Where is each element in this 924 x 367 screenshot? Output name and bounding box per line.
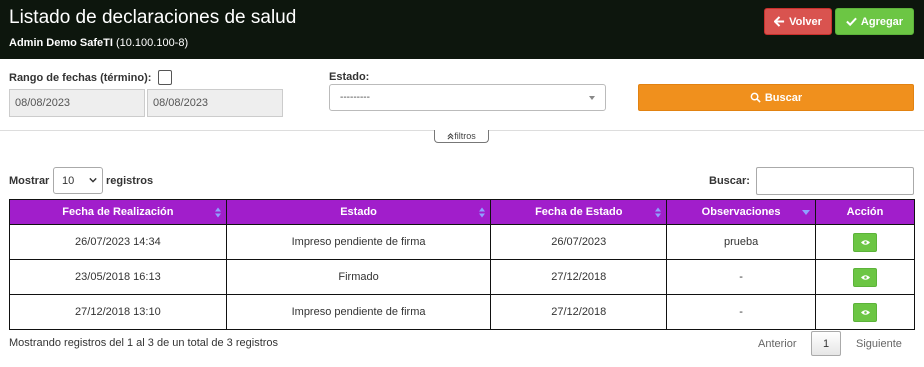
column-label: Estado <box>340 206 377 218</box>
eye-icon <box>861 274 871 280</box>
filtros-toggle[interactable]: filtros <box>434 130 489 143</box>
page-length-value: 10 <box>62 174 75 187</box>
sort-icon <box>214 207 221 218</box>
filtros-label: filtros <box>454 131 476 141</box>
column-label: Fecha de Realización <box>62 206 174 218</box>
page-title: Listado de declaraciones de salud <box>9 7 297 28</box>
sort-desc-icon <box>802 210 811 215</box>
volver-button[interactable]: Volver <box>764 8 832 35</box>
arrow-left-icon <box>774 16 785 27</box>
user-rut: (10.100.100-8) <box>115 37 189 49</box>
column-header-estado[interactable]: Estado <box>225 199 492 225</box>
pagination-next[interactable]: Siguiente <box>856 338 902 350</box>
view-button[interactable] <box>853 267 878 287</box>
cell-fecha-realizacion: 27/12/2018 13:10 <box>9 294 227 330</box>
declaraciones-table: Fecha de Realización Estado Fecha de Est… <box>9 199 915 330</box>
volver-label: Volver <box>789 15 822 28</box>
search-icon <box>750 92 761 103</box>
estado-select-value: --------- <box>340 92 370 103</box>
cell-accion <box>815 224 915 260</box>
user-info: Admin Demo SafeTI (10.100.100-8) <box>9 37 188 49</box>
estado-select[interactable]: --------- <box>329 84 606 111</box>
cell-fecha-estado: 27/12/2018 <box>490 259 668 295</box>
mostrar-label: Mostrar <box>9 175 50 187</box>
table-search-input[interactable] <box>756 167 914 195</box>
date-from-input[interactable]: 08/08/2023 <box>9 89 145 117</box>
registros-label: registros <box>106 175 154 187</box>
table-row: 27/12/2018 13:10 Impreso pendiente de fi… <box>9 294 915 330</box>
header-bar: Listado de declaraciones de salud Admin … <box>0 0 924 59</box>
check-icon <box>846 17 857 27</box>
rango-fechas-label: Rango de fechas (término): <box>9 72 152 84</box>
cell-estado: Firmado <box>225 259 492 295</box>
view-button[interactable] <box>853 232 878 252</box>
cell-estado: Impreso pendiente de firma <box>225 224 492 260</box>
cell-estado: Impreso pendiente de firma <box>225 294 492 330</box>
cell-fecha-estado: 26/07/2023 <box>490 224 668 260</box>
column-header-fecha-estado[interactable]: Fecha de Estado <box>490 199 668 225</box>
chevron-down-icon <box>89 177 97 183</box>
cell-fecha-realizacion: 26/07/2023 14:34 <box>9 224 227 260</box>
rango-fechas-checkbox[interactable] <box>158 70 172 85</box>
estado-label: Estado: <box>329 71 370 83</box>
date-to-input[interactable]: 08/08/2023 <box>147 89 283 117</box>
cell-accion <box>815 259 915 295</box>
buscar-button[interactable]: Buscar <box>638 84 914 111</box>
table-row: 26/07/2023 14:34 Impreso pendiente de fi… <box>9 224 915 260</box>
view-button[interactable] <box>853 302 878 322</box>
table-row: 23/05/2018 16:13 Firmado 27/12/2018 - <box>9 259 915 295</box>
cell-fecha-estado: 27/12/2018 <box>490 294 668 330</box>
column-header-accion: Acción <box>815 199 915 225</box>
agregar-label: Agregar <box>860 15 904 28</box>
column-label: Fecha de Estado <box>535 206 623 218</box>
page-length-select[interactable]: 10 <box>53 167 103 194</box>
table-search-label: Buscar: <box>709 175 750 187</box>
double-chevron-up-icon <box>447 132 454 139</box>
cell-accion <box>815 294 915 330</box>
column-header-fecha-realizacion[interactable]: Fecha de Realización <box>9 199 227 225</box>
cell-observaciones: - <box>666 259 817 295</box>
user-name: Admin Demo SafeTI <box>9 37 113 49</box>
cell-fecha-realizacion: 23/05/2018 16:13 <box>9 259 227 295</box>
pagination-previous[interactable]: Anterior <box>758 338 797 350</box>
eye-icon <box>861 239 871 245</box>
table-info: Mostrando registros del 1 al 3 de un tot… <box>9 337 279 349</box>
caret-down-icon <box>589 96 595 100</box>
column-header-observaciones[interactable]: Observaciones <box>666 199 817 225</box>
agregar-button[interactable]: Agregar <box>835 8 914 35</box>
sort-icon <box>655 207 662 218</box>
sort-icon <box>479 207 486 218</box>
eye-icon <box>861 309 871 315</box>
cell-observaciones: prueba <box>666 224 817 260</box>
cell-observaciones: - <box>666 294 817 330</box>
column-label: Observaciones <box>701 206 781 218</box>
pagination-page-1[interactable]: 1 <box>811 331 841 356</box>
table-header-row: Fecha de Realización Estado Fecha de Est… <box>9 199 915 225</box>
column-label: Acción <box>846 206 884 218</box>
buscar-label: Buscar <box>764 91 803 104</box>
